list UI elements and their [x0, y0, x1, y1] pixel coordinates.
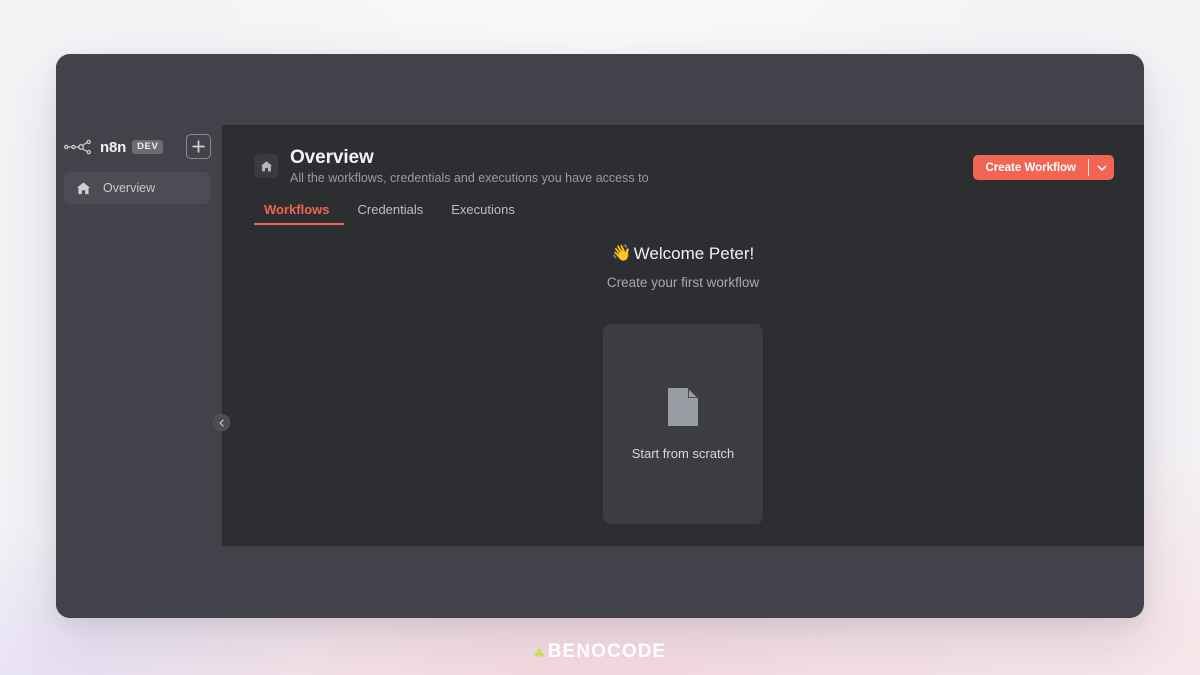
brand-name: n8n: [100, 138, 127, 156]
tab-workflows[interactable]: Workflows: [254, 203, 344, 225]
header-home-icon-box: [254, 154, 278, 178]
welcome-subtitle: Create your first workflow: [606, 275, 760, 291]
sidebar-item-overview[interactable]: Overview: [64, 172, 210, 204]
content-tabs: Workflows Credentials Executions: [254, 203, 529, 225]
file-document-icon: [668, 388, 698, 427]
welcome-text: Welcome Peter!: [633, 244, 755, 263]
benocode-dots-icon: [534, 648, 544, 657]
welcome-heading: 👋 Welcome Peter!: [612, 243, 755, 265]
create-workflow-group: Create Workflow: [973, 155, 1114, 180]
home-icon: [260, 160, 272, 171]
sidebar: n8n DEV Overview: [56, 54, 222, 618]
content-header: Overview All the workflows, credentials …: [254, 145, 1114, 193]
content-panel: Overview All the workflows, credentials …: [222, 125, 1144, 546]
app-window: n8n DEV Overview Overview All the workfl…: [56, 54, 1144, 618]
home-icon: [76, 182, 91, 194]
create-workflow-dropdown-button[interactable]: [1089, 155, 1114, 180]
n8n-node-graph-icon: [64, 139, 91, 155]
tab-executions[interactable]: Executions: [437, 203, 529, 225]
dev-badge: DEV: [132, 139, 164, 155]
waving-hand-icon: 👋: [611, 244, 632, 262]
page-title: Overview: [290, 147, 374, 168]
tab-credentials[interactable]: Credentials: [344, 203, 438, 225]
create-workflow-button[interactable]: Create Workflow: [973, 155, 1088, 180]
empty-state: 👋 Welcome Peter! Create your first workf…: [222, 243, 1144, 524]
chevron-left-icon: [219, 418, 224, 427]
chevron-down-icon: [1097, 165, 1106, 171]
sidebar-collapse-button[interactable]: [213, 414, 230, 431]
sidebar-item-label: Overview: [103, 180, 156, 195]
start-from-scratch-label: Start from scratch: [631, 446, 735, 462]
page-subtitle: All the workflows, credentials and execu…: [290, 171, 649, 185]
watermark-text: BENOCODE: [547, 641, 667, 662]
plus-icon: [192, 140, 205, 153]
add-button[interactable]: [186, 134, 211, 159]
start-from-scratch-card[interactable]: Start from scratch: [603, 323, 763, 524]
watermark: BENOCODE: [0, 642, 1200, 661]
